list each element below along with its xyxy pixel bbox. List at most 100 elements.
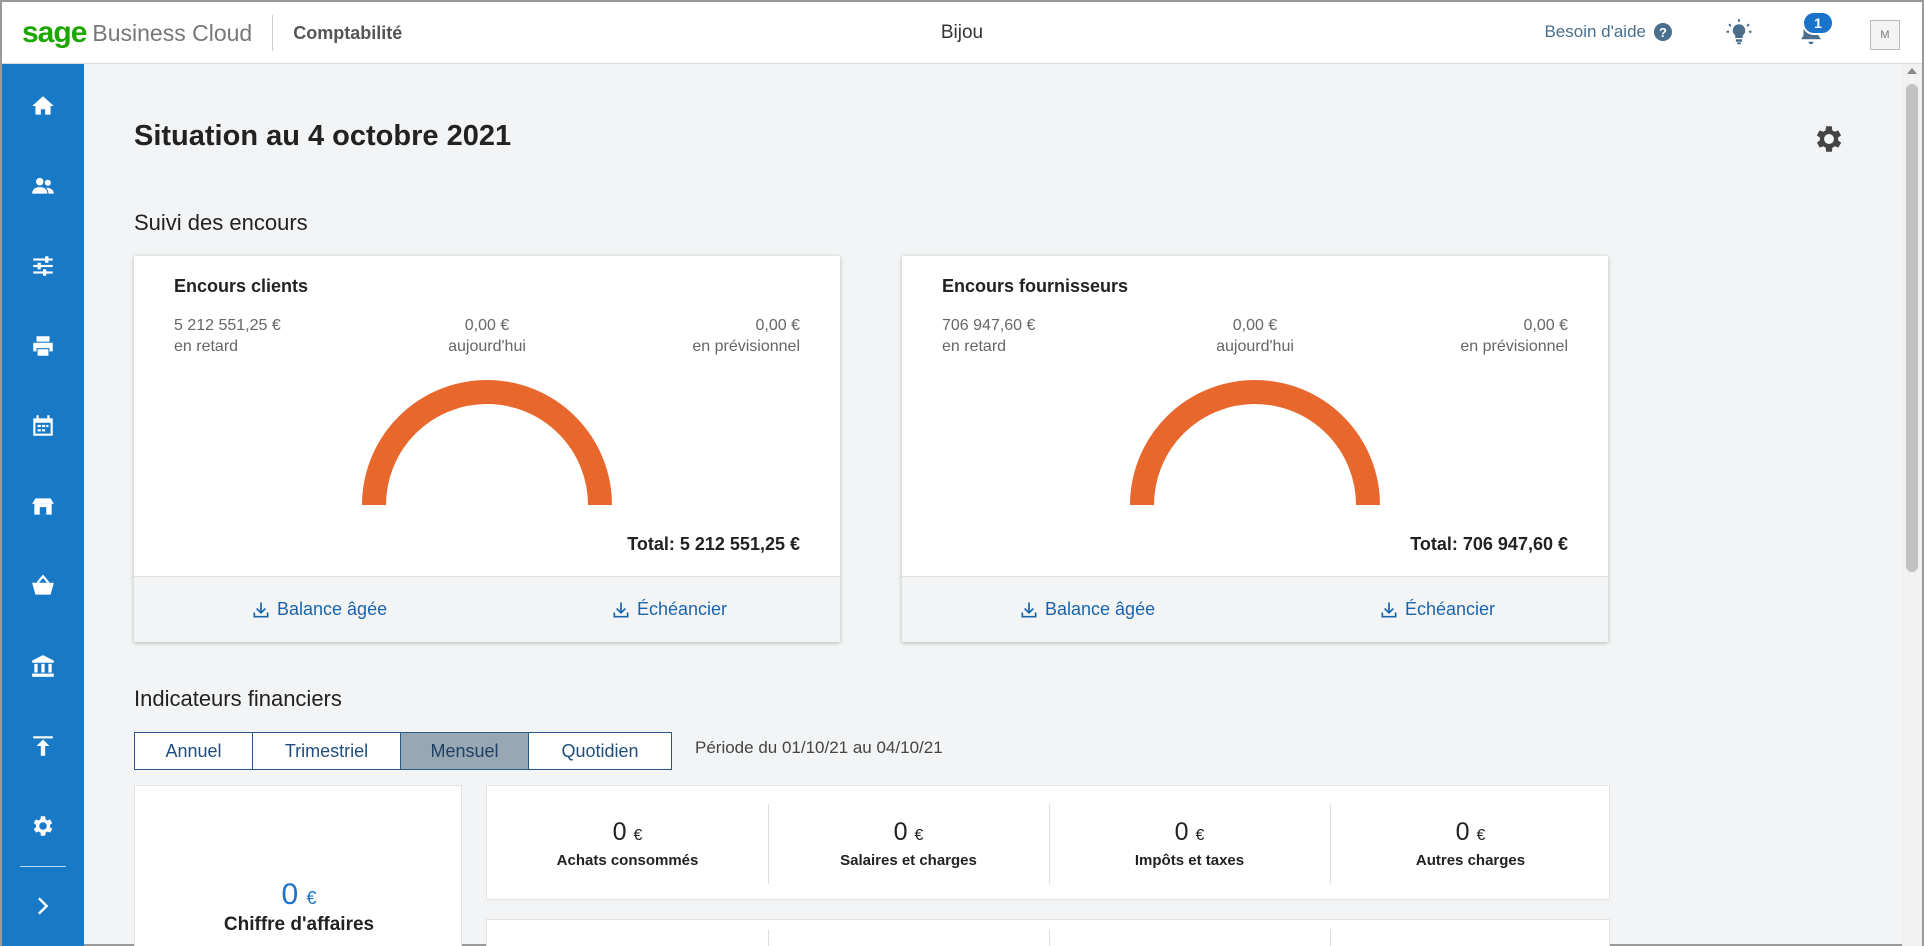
- indicator-currency: €: [1195, 827, 1205, 844]
- logo-divider: [272, 15, 274, 51]
- home-icon: [32, 96, 54, 115]
- indicator-label: Chiffre d'affaires: [223, 914, 375, 935]
- sidebar-item-gear[interactable]: [2, 796, 84, 856]
- sidebar-item-home[interactable]: [2, 76, 84, 136]
- sidebar-item-sales[interactable]: [2, 476, 84, 536]
- purchases-basket-icon: [32, 574, 54, 595]
- indicator-value: 0 €: [1049, 818, 1330, 847]
- download-icon: [253, 602, 269, 617]
- tab-trimestriel[interactable]: Trimestriel: [253, 733, 401, 769]
- scrollbar-thumb[interactable]: [1906, 84, 1918, 572]
- sidebar-nav: [2, 64, 84, 946]
- period-range-text: Période du 01/10/21 au 04/10/21: [695, 738, 943, 757]
- balance-agee-link[interactable]: Balance âgée: [1019, 599, 1155, 620]
- product-name: Business Cloud: [92, 19, 253, 46]
- tab-quotidien[interactable]: Quotidien: [529, 733, 671, 769]
- indicator-autres: 0 € Autres charges: [1330, 786, 1611, 899]
- indicator-divider: [1049, 930, 1050, 946]
- sidebar-item-purchases[interactable]: [2, 556, 84, 616]
- stat-forecast-label: en prévisionnel: [692, 338, 800, 355]
- sidebar-item-bank[interactable]: [2, 636, 84, 696]
- lightbulb-icon[interactable]: [1724, 18, 1754, 48]
- balance-agee-label: Balance âgée: [277, 599, 388, 619]
- brand-logo: sage: [22, 16, 87, 49]
- gauge-arc-late: [362, 380, 612, 506]
- indicator-label: Impôts et taxes: [1134, 852, 1245, 869]
- indicator-value: 0 €: [135, 878, 463, 912]
- bank-icon: [32, 655, 54, 677]
- sidebar-item-upload[interactable]: [2, 716, 84, 776]
- card-total: Total: 706 947,60 €: [1410, 534, 1568, 554]
- card-encours-fournisseurs: Encours fournisseurs 706 947,60 € en ret…: [902, 256, 1608, 642]
- indicator-currency: €: [914, 827, 924, 844]
- echeancier-link[interactable]: Échéancier: [1379, 599, 1495, 620]
- sidebar-item-settings[interactable]: [2, 236, 84, 296]
- page-title: Situation au 4 octobre 2021: [134, 120, 512, 152]
- indicators-charges-row: 0 € Achats consommés 0 € Salaires et cha…: [486, 785, 1610, 900]
- company-name[interactable]: Bijou: [941, 22, 983, 43]
- notification-badge[interactable]: 1: [1802, 11, 1834, 35]
- gear-icon: [33, 816, 53, 836]
- card-title: Encours fournisseurs: [942, 276, 1129, 296]
- stat-forecast-value: 0,00 €: [755, 317, 800, 334]
- stat-forecast: 0,00 € en prévisionnel: [692, 315, 800, 357]
- sidebar-item-print[interactable]: [2, 316, 84, 376]
- echeancier-label: Échéancier: [637, 599, 728, 619]
- dashboard-settings-button[interactable]: [1812, 122, 1846, 156]
- contacts-icon: [32, 177, 54, 194]
- download-icon: [613, 602, 629, 617]
- help-link[interactable]: Besoin d'aide ?: [1544, 22, 1672, 42]
- indicator-salaires: 0 € Salaires et charges: [768, 786, 1049, 899]
- gauge-chart: [362, 380, 612, 506]
- app-logo[interactable]: sage Business Cloud Comptabilité: [22, 15, 403, 51]
- indicator-chiffre-affaires: 0 € Chiffre d'affaires: [134, 785, 462, 946]
- indicator-number: 0: [1174, 818, 1189, 846]
- card-footer: Balance âgée Échéancier: [902, 576, 1608, 642]
- module-name: Comptabilité: [293, 22, 403, 43]
- section-title-indicateurs: Indicateurs financiers: [134, 686, 342, 711]
- help-question-icon: ?: [1654, 23, 1672, 41]
- indicator-currency: €: [633, 827, 643, 844]
- indicator-label: Salaires et charges: [840, 852, 977, 869]
- indicator-number: 0: [612, 818, 627, 846]
- indicator-number: 0: [1455, 818, 1470, 846]
- chevron-right-icon: [38, 897, 49, 915]
- sidebar-expand-button[interactable]: [2, 876, 84, 936]
- sidebar-divider: [20, 866, 66, 867]
- tab-mensuel[interactable]: Mensuel: [401, 733, 529, 769]
- gauge-chart: [1130, 380, 1380, 506]
- indicator-divider: [768, 930, 769, 946]
- indicator-divider: [1330, 930, 1331, 946]
- card-total: Total: 5 212 551,25 €: [627, 534, 800, 554]
- tab-annuel[interactable]: Annuel: [135, 733, 253, 769]
- card-title: Encours clients: [174, 276, 309, 296]
- stat-forecast: 0,00 € en prévisionnel: [1460, 315, 1568, 357]
- section-title-encours: Suivi des encours: [134, 210, 308, 235]
- indicator-label: Autres charges: [1415, 852, 1526, 869]
- gear-icon: [1816, 126, 1842, 152]
- balance-agee-label: Balance âgée: [1045, 599, 1156, 619]
- scroll-up-arrow-icon[interactable]: [1907, 68, 1917, 74]
- indicator-currency: €: [1476, 827, 1486, 844]
- calendar-icon: [33, 415, 53, 436]
- indicator-value: 0 €: [487, 818, 768, 847]
- card-footer: Balance âgée Échéancier: [134, 576, 840, 642]
- echeancier-link[interactable]: Échéancier: [611, 599, 727, 620]
- balance-agee-link[interactable]: Balance âgée: [251, 599, 387, 620]
- period-tabs: Annuel Trimestriel Mensuel Quotidien: [134, 732, 672, 770]
- indicator-number: 0: [281, 878, 299, 911]
- printer-icon: [33, 336, 53, 356]
- sidebar-item-contacts[interactable]: [2, 156, 84, 216]
- indicator-value: 0 €: [768, 818, 1049, 847]
- indicator-label: Achats consommés: [556, 852, 699, 869]
- upload-icon: [33, 736, 53, 756]
- indicator-impots: 0 € Impôts et taxes: [1049, 786, 1330, 899]
- sales-icon: [32, 498, 54, 515]
- card-encours-clients: Encours clients 5 212 551,25 € en retard…: [134, 256, 840, 642]
- stat-forecast-label: en prévisionnel: [1460, 338, 1568, 355]
- indicator-number: 0: [893, 818, 908, 846]
- user-avatar[interactable]: M: [1870, 20, 1900, 50]
- indicator-achats: 0 € Achats consommés: [487, 786, 768, 899]
- sidebar-item-calendar[interactable]: [2, 396, 84, 456]
- indicators-second-row: [486, 919, 1610, 946]
